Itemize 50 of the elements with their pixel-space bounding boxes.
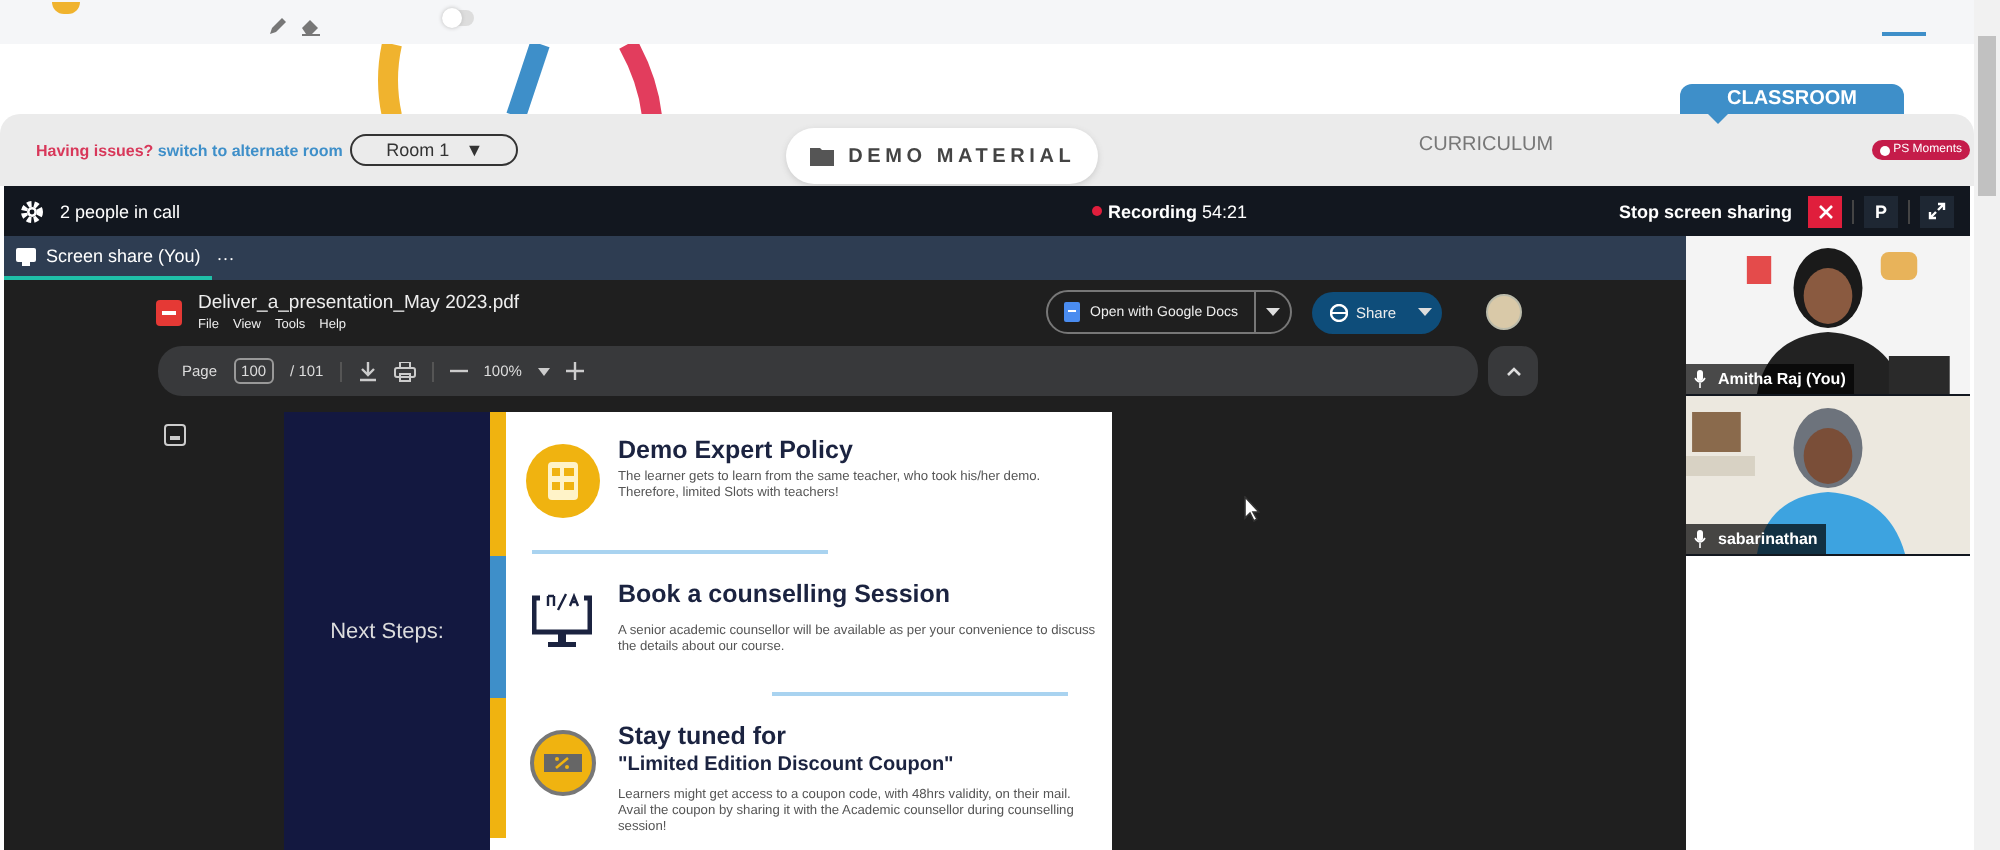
pdf-icon bbox=[156, 299, 182, 325]
caret-icon bbox=[1418, 308, 1432, 316]
room-dropdown[interactable]: Room 1 ▼ bbox=[350, 134, 519, 166]
curriculum-tab[interactable]: CURRICULUM bbox=[1418, 133, 1554, 155]
avatar[interactable] bbox=[1486, 294, 1522, 330]
recording-status: Recording 54:21 bbox=[1107, 201, 1248, 221]
item-subtitle: "Limited Edition Discount Coupon" bbox=[618, 754, 956, 776]
recording-dot bbox=[1091, 206, 1102, 216]
expand-icon bbox=[1928, 202, 1946, 220]
globe-icon bbox=[1329, 303, 1348, 321]
coupon-icon bbox=[529, 730, 595, 796]
document-icon bbox=[1064, 302, 1081, 322]
settings-icon[interactable] bbox=[20, 199, 44, 223]
caret-icon bbox=[1265, 308, 1280, 316]
demo-material-button[interactable]: DEMO MATERIAL bbox=[786, 128, 1099, 184]
thumbnail-icon[interactable] bbox=[164, 424, 186, 446]
item-title: Stay tuned for bbox=[618, 722, 789, 750]
close-icon bbox=[1817, 203, 1833, 219]
microphone-icon bbox=[1694, 370, 1706, 388]
fullscreen-button[interactable] bbox=[1920, 195, 1954, 227]
pencil-icon[interactable] bbox=[268, 16, 288, 36]
eraser-icon[interactable] bbox=[300, 16, 322, 36]
collapse-button[interactable] bbox=[1488, 346, 1538, 396]
file-name: Deliver_a_presentation_May 2023.pdf bbox=[198, 292, 520, 314]
participant-name: sabarinathan bbox=[1718, 530, 1818, 548]
more-menu[interactable]: ··· bbox=[216, 248, 235, 268]
logo-icon bbox=[52, 2, 80, 14]
microphone-icon bbox=[1694, 530, 1706, 548]
close-button[interactable] bbox=[1808, 195, 1842, 227]
cursor-icon bbox=[1244, 496, 1260, 522]
issue-message: Having issues? switch to alternate room bbox=[36, 141, 343, 159]
menu-icon[interactable] bbox=[1882, 32, 1926, 40]
stop-sharing-label: Stop screen sharing bbox=[1618, 201, 1792, 221]
scrollbar[interactable] bbox=[1974, 0, 2000, 850]
presenter-button[interactable]: P bbox=[1864, 195, 1898, 227]
item-title: Book a counselling Session bbox=[618, 580, 953, 608]
screen-icon bbox=[16, 247, 36, 265]
zoom-in-icon[interactable] bbox=[565, 362, 584, 380]
caret-icon[interactable] bbox=[537, 367, 550, 375]
participant-name: Amitha Raj (You) bbox=[1718, 370, 1846, 388]
download-icon[interactable] bbox=[357, 361, 378, 381]
item-title: Demo Expert Policy bbox=[618, 436, 855, 464]
folder-icon bbox=[810, 146, 835, 166]
draw-toggle[interactable] bbox=[442, 10, 474, 26]
monitor-icon bbox=[532, 592, 592, 650]
checklist-icon bbox=[525, 444, 599, 518]
print-icon[interactable] bbox=[393, 361, 416, 381]
slide-heading: Next Steps: bbox=[330, 620, 444, 644]
people-count: 2 people in call bbox=[60, 201, 181, 221]
chevron-up-icon bbox=[1505, 366, 1521, 376]
